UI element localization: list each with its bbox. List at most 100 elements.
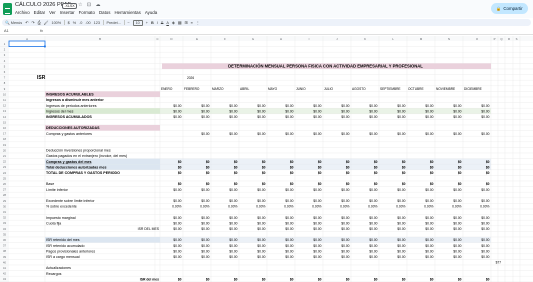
- more-options-icon[interactable]: ⋮: [196, 20, 200, 25]
- menu-item-ayuda[interactable]: Ayuda: [145, 10, 157, 15]
- value-cell: $0.00: [369, 199, 377, 203]
- value-cell: 0.00%: [396, 205, 405, 209]
- value-cell: $0: [318, 182, 322, 186]
- value-cell: 0.00%: [452, 205, 461, 209]
- value-cell: $0: [290, 182, 294, 186]
- menu-item-formato[interactable]: Formato: [79, 10, 95, 15]
- value-cell: $0.00: [425, 132, 433, 136]
- value-cell: $0: [458, 182, 462, 186]
- value-cell: $0.00: [453, 132, 461, 136]
- menu-item-ver[interactable]: Ver: [49, 10, 56, 15]
- bold-button[interactable]: B: [151, 21, 154, 25]
- value-cell: $0.00: [173, 238, 181, 242]
- menu-item-archivo[interactable]: Archivo: [15, 10, 30, 15]
- value-cell: $0.00: [369, 216, 377, 220]
- month-header: JUNIO: [296, 87, 306, 91]
- year-cell: 2026: [187, 76, 194, 80]
- value-cell: $0.00: [453, 199, 461, 203]
- value-cell: $0: [262, 165, 266, 169]
- value-cell: $0.00: [285, 244, 293, 248]
- row-label: Total deducciones autorizadas mes: [46, 165, 106, 169]
- share-button[interactable]: 🔒 Compartir: [491, 3, 528, 14]
- value-cell: $0: [458, 160, 462, 164]
- value-cell: $0.00: [313, 104, 321, 108]
- value-cell: $0.00: [257, 244, 265, 248]
- value-cell: $0.00: [481, 109, 489, 113]
- row-label: % sobre excedente: [46, 205, 77, 209]
- value-cell: $0: [430, 277, 434, 281]
- value-cell: $0: [262, 277, 266, 281]
- value-cell: $0.00: [313, 238, 321, 242]
- menu-item-insertar[interactable]: Insertar: [60, 10, 75, 15]
- value-cell: $0.00: [341, 188, 349, 192]
- borders-icon[interactable]: ▦: [178, 20, 182, 25]
- align-icon[interactable]: ≡: [191, 21, 193, 25]
- name-box[interactable]: A1: [4, 29, 9, 33]
- font-size-input[interactable]: 10: [132, 19, 143, 26]
- row-label: DEDUCCIONES AUTORIZADAS: [46, 126, 100, 130]
- italic-button[interactable]: I: [157, 21, 158, 25]
- value-cell: $0.00: [229, 238, 237, 242]
- title-bar: CÁLCULO 2026 PFAE .XLSX ☆ ⊡ ☁ Archivo Edi…: [0, 0, 533, 18]
- value-cell: $0: [178, 277, 182, 281]
- value-cell: $0: [458, 165, 462, 169]
- value-cell: $0: [486, 165, 490, 169]
- value-cell: $0.00: [285, 188, 293, 192]
- value-cell: 0.00%: [312, 205, 321, 209]
- font-size-increase-button[interactable]: +: [146, 21, 148, 25]
- redo-icon[interactable]: ↷: [31, 20, 34, 25]
- increase-decimals-button[interactable]: .00: [85, 21, 90, 25]
- value-cell: $0: [374, 160, 378, 164]
- star-move-cloud-icons[interactable]: ☆ ⊡ ☁: [78, 2, 102, 8]
- row-label: Base: [46, 182, 54, 186]
- sheet-grid[interactable]: A B C D E F G H I J K L M N O P Q R S 1 2 3 4 5 6 7 8 9 10 11 12 13 14 15…: [0, 36, 533, 282]
- sheets-logo-icon[interactable]: [3, 3, 12, 15]
- toolbar: 🔍 Menús ↶ ↷ ⎙ 🖌 100% $ % .0 .00 123 Pred…: [2, 19, 531, 26]
- value-cell: $0.00: [173, 227, 181, 231]
- value-cell: $0.00: [257, 216, 265, 220]
- isr-label: ISR: [37, 75, 46, 81]
- text-color-button[interactable]: A: [166, 21, 169, 25]
- value-cell: $0.00: [341, 244, 349, 248]
- print-icon[interactable]: ⎙: [38, 21, 41, 25]
- sheet-canvas[interactable]: A B C D E F G H I J K L M N O P Q R S123456789101112131415…: [0, 36, 533, 282]
- strikethrough-button[interactable]: S: [161, 21, 164, 25]
- value-cell: $0.00: [397, 115, 405, 119]
- font-size-decrease-button[interactable]: −: [127, 21, 129, 25]
- value-cell: $0.00: [173, 188, 181, 192]
- menu-item-datos[interactable]: Datos: [99, 10, 110, 15]
- fill-color-icon[interactable]: ◈: [172, 20, 175, 25]
- selected-cell-a1[interactable]: [8, 40, 46, 47]
- value-cell: $0: [374, 171, 378, 175]
- value-cell: $0: [206, 160, 210, 164]
- value-cell: $0.00: [229, 249, 237, 253]
- zoom-select[interactable]: 100%: [51, 21, 61, 25]
- row-label: Límite inferior: [46, 188, 69, 192]
- font-select[interactable]: Predet...: [106, 21, 120, 25]
- menu-item-editar[interactable]: Editar: [34, 10, 45, 15]
- currency-format-button[interactable]: $: [68, 21, 70, 25]
- more-formats-button[interactable]: 123: [94, 21, 100, 25]
- percent-format-button[interactable]: %: [73, 21, 76, 25]
- merge-cells-icon[interactable]: ⊞: [184, 20, 187, 25]
- value-cell: 0.00%: [424, 205, 433, 209]
- paint-format-icon[interactable]: 🖌: [44, 20, 49, 25]
- toolbar-divider: [123, 20, 125, 25]
- value-cell: $0: [430, 182, 434, 186]
- value-cell: $0.00: [369, 109, 377, 113]
- value-cell: $0.00: [285, 238, 293, 242]
- value-cell: $0.00: [313, 244, 321, 248]
- value-cell: $0: [290, 277, 294, 281]
- undo-icon[interactable]: ↶: [25, 20, 28, 25]
- value-cell: $0.00: [453, 216, 461, 220]
- decrease-decimals-button[interactable]: .0: [79, 21, 82, 25]
- search-menus-button[interactable]: 🔍 Menús: [5, 20, 22, 25]
- toolbar-divider: [64, 20, 65, 25]
- value-cell: $0: [234, 165, 238, 169]
- value-cell: $0.00: [313, 132, 321, 136]
- menu-item-herramientas[interactable]: Herramientas: [114, 10, 140, 15]
- fill-handle[interactable]: [44, 45, 46, 48]
- value-cell: $0.00: [173, 244, 181, 248]
- value-cell: $0.00: [341, 221, 349, 225]
- value-cell: $0.00: [397, 221, 405, 225]
